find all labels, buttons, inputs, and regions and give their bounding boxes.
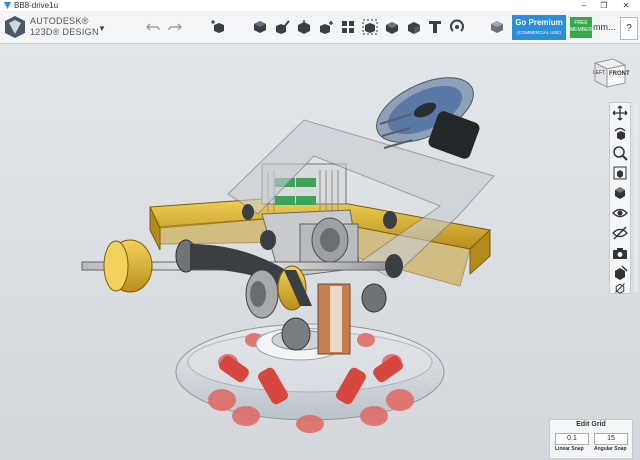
grouping-icon[interactable] [361,18,379,36]
camera-icon[interactable] [612,245,628,261]
brand-line-2: 123D® DESIGN [30,27,99,37]
measure-icon[interactable] [405,18,423,36]
title-bar: BB8-drive1u – ❐ ✕ [0,0,640,11]
pan-icon[interactable] [612,105,628,121]
zoom-icon[interactable] [612,145,628,161]
hide-icon[interactable] [612,225,628,241]
snap-icon[interactable] [448,18,466,36]
bb8-drive-model[interactable] [0,44,640,460]
window-title: BB8-drive1u [14,1,59,10]
view-icon[interactable] [612,185,628,201]
viewcube-left-face[interactable]: LEFT [593,70,605,76]
angular-snap-label: Angular Snap [594,446,627,452]
main-toolbar: AUTODESK® 123D® DESIGN ▼ Go Premium (COM… [0,11,640,44]
primitives-icon[interactable] [251,18,269,36]
app-logo-icon[interactable] [4,15,26,39]
material-icon[interactable] [488,18,506,36]
pattern-icon[interactable] [339,18,357,36]
linear-snap-label: Linear Snap [555,446,584,452]
go-premium-button[interactable]: Go Premium (COMMERCIAL USE) [512,15,566,40]
orbit-icon[interactable] [612,125,628,141]
linear-snap-field[interactable]: 0.1 [555,433,589,445]
menu-chevron-down-icon[interactable]: ▼ [98,24,106,33]
viewcube-front-face[interactable]: FRONT [609,71,630,77]
visibility-eye-icon[interactable] [612,205,628,221]
undo-icon[interactable] [144,18,162,36]
text-icon[interactable] [426,18,444,36]
add-primitive-icon[interactable] [209,18,227,36]
fit-icon[interactable] [612,165,628,181]
premium-label: Go Premium [515,18,563,27]
help-button[interactable]: ? [620,17,638,40]
combine-icon[interactable] [383,18,401,36]
construct-icon[interactable] [295,18,313,36]
modify-icon[interactable] [317,18,335,36]
navigation-bar [609,102,631,294]
edit-grid-panel: Edit Grid 0.1 15 Linear Snap Angular Sna… [549,419,633,459]
angular-snap-field[interactable]: 15 [594,433,628,445]
sketch-icon[interactable] [273,18,291,36]
navigation-scrollbar[interactable] [634,102,638,292]
outline-icon[interactable] [612,281,628,297]
free-member-badge[interactable]: FREE MEMBER [570,17,592,38]
minimize-button[interactable]: – [574,0,594,11]
brand-line-1: AUTODESK® [30,16,89,26]
premium-sublabel: (COMMERCIAL USE) [517,30,561,35]
close-button[interactable]: ✕ [616,0,636,11]
edit-grid-button[interactable]: Edit Grid [550,421,632,428]
viewcube[interactable]: LEFT FRONT [591,55,630,89]
maximize-button[interactable]: ❐ [594,0,614,11]
redo-icon[interactable] [166,18,184,36]
units-dropdown[interactable]: mm... [593,22,616,32]
material-view-icon[interactable] [612,265,628,281]
